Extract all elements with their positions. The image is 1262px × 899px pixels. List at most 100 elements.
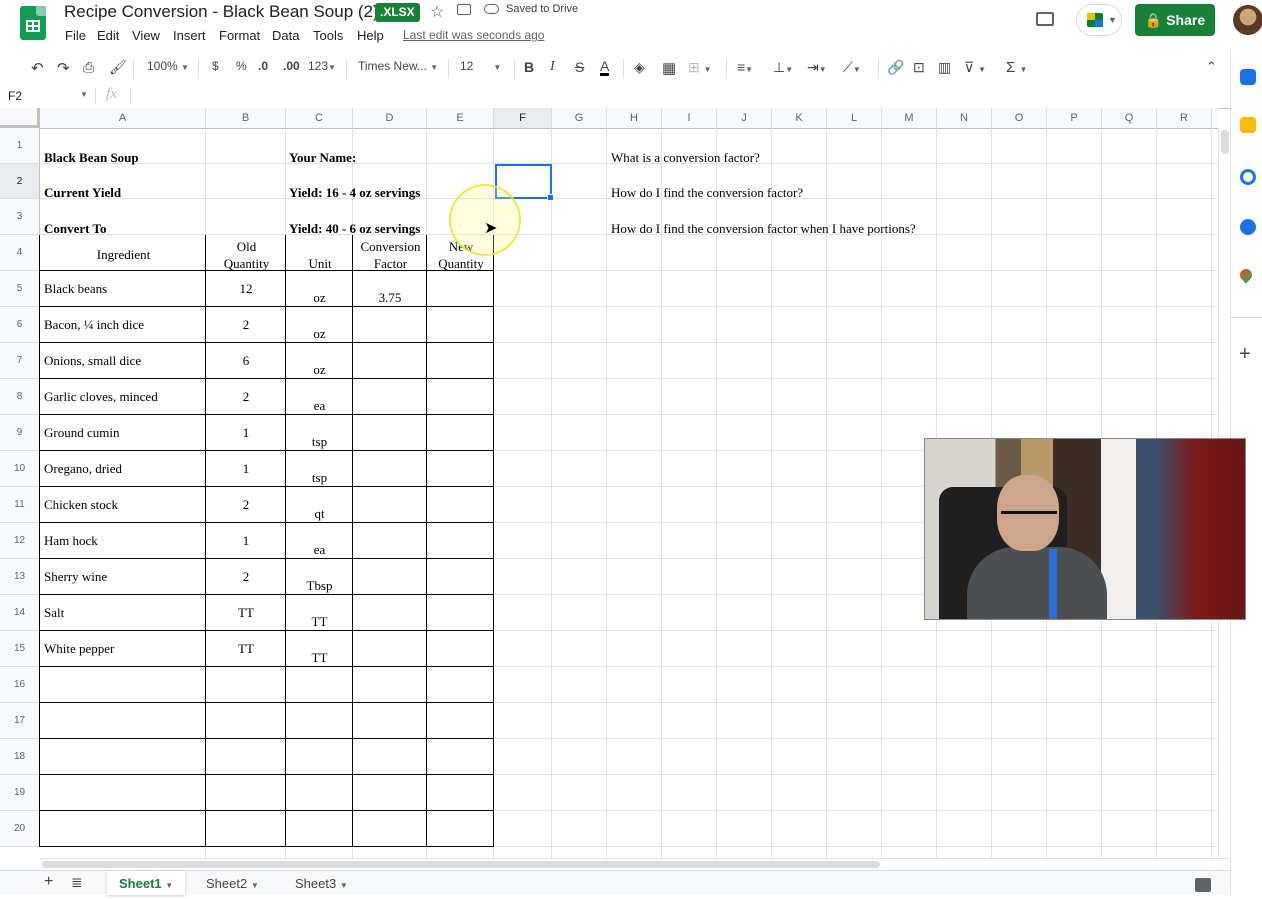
fill-color-icon[interactable]: ◈ <box>634 59 645 76</box>
maps-icon[interactable] <box>1237 266 1255 284</box>
row-header-3[interactable]: 3 <box>0 199 40 235</box>
header-old-quantity-2[interactable]: Quantity <box>207 256 286 272</box>
ingredient-name-cell[interactable]: Onions, small dice <box>44 353 141 369</box>
vertical-align-icon[interactable]: ⊥▼ <box>773 59 793 76</box>
row-header-10[interactable]: 10 <box>0 451 40 487</box>
menu-view[interactable]: View <box>132 28 160 43</box>
currency-button[interactable]: $ <box>212 59 219 73</box>
undo-icon[interactable]: ↶ <box>31 59 44 77</box>
menu-edit[interactable]: Edit <box>97 28 119 43</box>
column-header-b[interactable]: B <box>206 108 286 128</box>
sheets-logo-icon[interactable] <box>20 6 46 40</box>
row-header-4[interactable]: 4 <box>0 235 40 271</box>
document-title[interactable]: Recipe Conversion - Black Bean Soup (2) <box>64 2 379 22</box>
text-rotation-icon[interactable]: ⟋▼ <box>843 59 861 76</box>
ingredient-name-cell[interactable]: Bacon, ¼ inch dice <box>44 317 144 333</box>
cell-a3[interactable]: Convert To <box>44 221 106 237</box>
header-old-quantity-1[interactable]: Old <box>207 239 286 255</box>
calendar-icon[interactable] <box>1240 69 1256 85</box>
horizontal-align-icon[interactable]: ≡▼ <box>737 59 753 75</box>
ingredient-name-cell[interactable]: Garlic cloves, minced <box>44 389 158 405</box>
print-icon[interactable]: ⎙ <box>83 59 94 76</box>
cell-c2[interactable]: Yield: 16 - 4 oz servings <box>289 185 420 201</box>
last-edit-link[interactable]: Last edit was seconds ago <box>403 28 544 42</box>
ingredient-name-cell[interactable]: Chicken stock <box>44 497 118 513</box>
row-header-9[interactable]: 9 <box>0 415 40 451</box>
redo-icon[interactable]: ↷ <box>57 59 70 77</box>
old-quantity-cell[interactable]: 6 <box>206 353 286 369</box>
old-quantity-cell[interactable]: 1 <box>206 425 286 441</box>
unit-cell[interactable]: ea <box>286 398 353 414</box>
cell-c1[interactable]: Your Name: <box>289 150 356 166</box>
decrease-decimal-button[interactable]: .0 <box>258 59 268 73</box>
column-header-g[interactable]: G <box>552 108 607 128</box>
row-header-12[interactable]: 12 <box>0 523 40 559</box>
ingredient-name-cell[interactable]: Black beans <box>44 281 107 297</box>
header-new-quantity-2[interactable]: Quantity <box>428 256 494 272</box>
column-header-p[interactable]: P <box>1047 108 1102 128</box>
comment-history-icon[interactable] <box>1036 12 1054 26</box>
merge-cells-icon[interactable]: ⊞ ▼ <box>688 59 712 76</box>
text-color-button[interactable]: A <box>600 59 610 76</box>
menu-help[interactable]: Help <box>357 28 384 43</box>
row-header-17[interactable]: 17 <box>0 703 40 739</box>
old-quantity-cell[interactable]: 12 <box>206 281 286 297</box>
menu-insert[interactable]: Insert <box>173 28 206 43</box>
insert-link-icon[interactable]: 🔗 <box>887 59 904 76</box>
vertical-scroll-thumb[interactable] <box>1221 130 1229 154</box>
ingredient-name-cell[interactable]: Salt <box>44 605 64 621</box>
unit-cell[interactable]: tsp <box>286 470 353 486</box>
unit-cell[interactable]: tsp <box>286 434 353 450</box>
horizontal-scroll-thumb[interactable] <box>42 861 880 868</box>
row-header-8[interactable]: 8 <box>0 379 40 415</box>
italic-button[interactable]: I <box>550 59 555 75</box>
row-header-13[interactable]: 13 <box>0 559 40 595</box>
meet-button[interactable]: ▼ <box>1076 4 1122 36</box>
old-quantity-cell[interactable]: 2 <box>206 569 286 585</box>
filter-icon[interactable]: ⊽ ▼ <box>964 59 986 76</box>
column-header-m[interactable]: M <box>882 108 937 128</box>
cell-h1[interactable]: What is a conversion factor? <box>611 150 760 166</box>
keep-icon[interactable] <box>1240 117 1256 133</box>
old-quantity-cell[interactable]: TT <box>206 605 286 621</box>
column-header-h[interactable]: H <box>607 108 662 128</box>
name-box[interactable]: F2 <box>8 89 22 103</box>
column-header-j[interactable]: J <box>717 108 772 128</box>
contacts-icon[interactable] <box>1240 219 1256 235</box>
share-button[interactable]: 🔒 Share <box>1135 4 1215 36</box>
row-header-11[interactable]: 11 <box>0 487 40 523</box>
unit-cell[interactable]: oz <box>286 362 353 378</box>
strikethrough-button[interactable]: S <box>575 59 584 75</box>
unit-cell[interactable]: Tbsp <box>286 578 353 594</box>
column-header-o[interactable]: O <box>992 108 1047 128</box>
old-quantity-cell[interactable]: 1 <box>206 461 286 477</box>
column-header-e[interactable]: E <box>427 108 494 128</box>
move-folder-icon[interactable] <box>457 4 471 15</box>
menu-file[interactable]: File <box>65 28 86 43</box>
row-header-1[interactable]: 1 <box>0 128 40 164</box>
menu-format[interactable]: Format <box>219 28 260 43</box>
row-header-20[interactable]: 20 <box>0 811 40 847</box>
row-header-6[interactable]: 6 <box>0 307 40 343</box>
text-wrap-icon[interactable]: ⇥▼ <box>807 59 827 76</box>
old-quantity-cell[interactable]: 1 <box>206 533 286 549</box>
functions-icon[interactable]: Σ ▼ <box>1006 59 1027 76</box>
old-quantity-cell[interactable]: 2 <box>206 497 286 513</box>
column-header-f[interactable]: F <box>494 108 552 128</box>
tasks-icon[interactable] <box>1240 169 1256 185</box>
bold-button[interactable]: B <box>524 59 534 75</box>
increase-decimal-button[interactable]: .00 <box>283 59 300 73</box>
row-header-5[interactable]: 5 <box>0 271 40 307</box>
column-header-q[interactable]: Q <box>1102 108 1157 128</box>
row-header-18[interactable]: 18 <box>0 739 40 775</box>
ingredient-name-cell[interactable]: Ham hock <box>44 533 98 549</box>
add-sheet-icon[interactable]: + <box>44 873 53 891</box>
menu-tools[interactable]: Tools <box>313 28 343 43</box>
font-size-select[interactable]: 12 ▼ <box>460 59 501 73</box>
name-box-dropdown-icon[interactable]: ▼ <box>80 90 88 99</box>
paint-format-icon[interactable]: 🖌 <box>109 59 127 76</box>
percent-button[interactable]: % <box>236 59 247 73</box>
borders-icon[interactable]: ▦ <box>662 59 676 77</box>
cell-h3[interactable]: How do I find the conversion factor when… <box>611 221 916 237</box>
column-header-n[interactable]: N <box>937 108 992 128</box>
